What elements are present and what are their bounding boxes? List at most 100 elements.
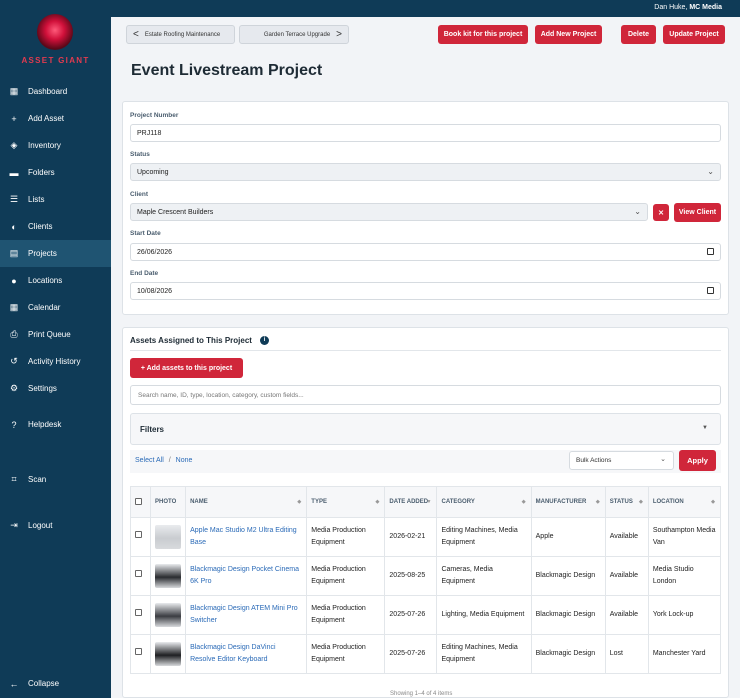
cell-date: 2026-02-21	[384, 517, 438, 557]
row-checkbox[interactable]	[135, 531, 142, 538]
select-all-link[interactable]: Select All	[135, 457, 164, 464]
sidebar-item-label: Activity History	[28, 357, 81, 366]
sort-icon: ◆	[638, 499, 643, 505]
end-date-label: End Date	[130, 270, 159, 277]
column-header-category[interactable]: CATEGORY ◆	[436, 486, 532, 518]
sidebar-item-logout[interactable]: ⇥ Logout	[0, 512, 111, 539]
project-number-value: PRJ118	[137, 130, 162, 137]
sidebar-item-locations[interactable]: ● Locations	[0, 267, 111, 294]
cell-category: Lighting, Media Equipment	[436, 595, 532, 635]
sidebar-item-scan[interactable]: ⌗ Scan	[0, 466, 111, 493]
app-logo[interactable]: ASSET GIANT	[0, 12, 111, 66]
box-icon: ◈	[10, 140, 18, 150]
sort-icon: ◆	[595, 499, 600, 505]
sidebar-item-add-asset[interactable]: + Add Asset	[0, 105, 111, 132]
asset-thumbnail[interactable]	[155, 564, 182, 588]
cell-location: Manchester Yard	[647, 634, 722, 674]
bulk-actions-select[interactable]: Bulk Actions ⌄	[569, 451, 674, 470]
client-label: Client	[130, 191, 149, 198]
cell-manufacturer: Apple	[530, 517, 606, 557]
sidebar-item-helpdesk[interactable]: ? Helpdesk	[0, 411, 111, 438]
sidebar-item-settings[interactable]: ⚙ Settings	[0, 375, 111, 402]
column-header-label: TYPE	[311, 499, 327, 505]
dashboard-icon: ▦	[9, 86, 19, 96]
column-header-label: LOCATION	[652, 499, 684, 505]
status-label: Status	[130, 151, 150, 158]
client-select[interactable]: Maple Crescent Builders ⌄	[130, 203, 648, 221]
list-icon: ☰	[9, 194, 19, 204]
end-date-field[interactable]: 10/08/2026	[130, 282, 721, 300]
sidebar-item-collapse[interactable]: ← Collapse	[0, 670, 111, 697]
row-checkbox[interactable]	[135, 648, 142, 655]
column-header-status[interactable]: STATUS ◆	[604, 486, 649, 518]
project-number-label: Project Number	[130, 112, 179, 119]
table-header-row: PHOTO NAME ◆ TYPE ◆ DATE ADDED ▼ CATEGORY ◆ MANUF…	[129, 486, 722, 518]
column-header-location[interactable]: LOCATION ◆	[647, 486, 722, 518]
sidebar-item-inventory[interactable]: ◈ Inventory	[0, 132, 111, 159]
sidebar-item-folders[interactable]: ▬ Folders	[0, 159, 111, 186]
chevron-down-icon: ⌄	[634, 207, 641, 216]
sidebar-item-label: Add Asset	[28, 114, 65, 123]
column-header-type[interactable]: TYPE ◆	[306, 486, 386, 518]
asset-thumbnail[interactable]	[155, 603, 182, 627]
project-number-field[interactable]: PRJ118	[130, 124, 721, 142]
book-kit-button[interactable]: Book kit for this project	[438, 25, 528, 44]
status-select[interactable]: Upcoming ⌄	[130, 163, 721, 181]
cell-status: Available	[604, 517, 649, 557]
cell-manufacturer: Blackmagic Design	[530, 595, 606, 635]
asset-thumbnail[interactable]	[155, 525, 182, 549]
cell-name[interactable]: Blackmagic Design ATEM Mini Pro Switcher	[185, 595, 308, 635]
add-project-button[interactable]: Add New Project	[535, 25, 602, 44]
info-icon[interactable]: i	[260, 336, 269, 345]
row-checkbox[interactable]	[135, 609, 142, 616]
next-project-button[interactable]: Garden Terrace Upgrade >	[239, 25, 349, 44]
calendar-icon[interactable]	[707, 248, 714, 255]
asset-search-input[interactable]: Search name, ID, type, location, categor…	[130, 385, 721, 405]
photo-cell	[150, 556, 187, 596]
asset-thumbnail[interactable]	[155, 642, 182, 666]
sidebar-item-projects[interactable]: ▤ Projects	[0, 240, 111, 267]
cell-name[interactable]: Apple Mac Studio M2 Ultra Editing Base	[185, 517, 308, 557]
view-client-button[interactable]: View Client	[674, 203, 721, 222]
sidebar-item-print-queue[interactable]: ⎙ Print Queue	[0, 321, 111, 348]
start-date-field[interactable]: 26/06/2026	[130, 243, 721, 261]
sidebar-item-activity-history[interactable]: ↺ Activity History	[0, 348, 111, 375]
row-checkbox-cell	[129, 556, 152, 596]
sidebar-item-dashboard[interactable]: ▦ Dashboard	[0, 78, 111, 105]
file-icon: ▤	[9, 248, 19, 258]
delete-button[interactable]: Delete	[621, 25, 656, 44]
cell-status: Lost	[604, 634, 649, 674]
column-header-manufacturer[interactable]: MANUFACTURER ◆	[530, 486, 606, 518]
filters-panel[interactable]: Filters ▼	[130, 413, 721, 445]
prev-project-button[interactable]: < Estate Roofing Maintenance	[126, 25, 235, 44]
sidebar-item-label: Inventory	[28, 141, 61, 150]
cell-type: Media Production Equipment	[306, 556, 386, 596]
column-header-label: STATUS	[609, 499, 633, 505]
sidebar-item-clients[interactable]: ◐ Clients	[0, 213, 111, 240]
column-header-label: DATE ADDED	[389, 499, 429, 505]
row-checkbox[interactable]	[135, 570, 142, 577]
clear-client-button[interactable]: ✕	[653, 204, 669, 221]
cell-status: Available	[604, 595, 649, 635]
sidebar-item-calendar[interactable]: ▦ Calendar	[0, 294, 111, 321]
sidebar-item-lists[interactable]: ☰ Lists	[0, 186, 111, 213]
logo-text: ASSET GIANT	[21, 56, 90, 65]
select-none-link[interactable]: None	[176, 457, 193, 464]
column-header-date-added[interactable]: DATE ADDED ▼	[384, 486, 438, 518]
photo-cell	[150, 517, 187, 557]
cell-name[interactable]: Blackmagic Design Pocket Cinema 6K Pro	[185, 556, 308, 596]
printer-icon: ⎙	[10, 329, 18, 339]
select-all-checkbox[interactable]	[135, 497, 142, 505]
photo-cell	[150, 634, 187, 674]
column-header-name[interactable]: NAME ◆	[185, 486, 308, 518]
calendar-icon: ▦	[9, 302, 19, 312]
update-project-button[interactable]: Update Project	[663, 25, 725, 44]
cell-name[interactable]: Blackmagic Design DaVinci Resolve Editor…	[185, 634, 308, 674]
sidebar-item-label: Folders	[28, 168, 55, 177]
apply-button[interactable]: Apply	[679, 450, 716, 471]
sidebar-item-label: Locations	[28, 276, 63, 285]
user-name[interactable]: Dan Huke,	[654, 4, 687, 11]
sidebar-item-label: Scan	[28, 475, 47, 484]
calendar-icon[interactable]	[707, 287, 714, 294]
add-assets-button[interactable]: + Add assets to this project	[130, 358, 243, 378]
